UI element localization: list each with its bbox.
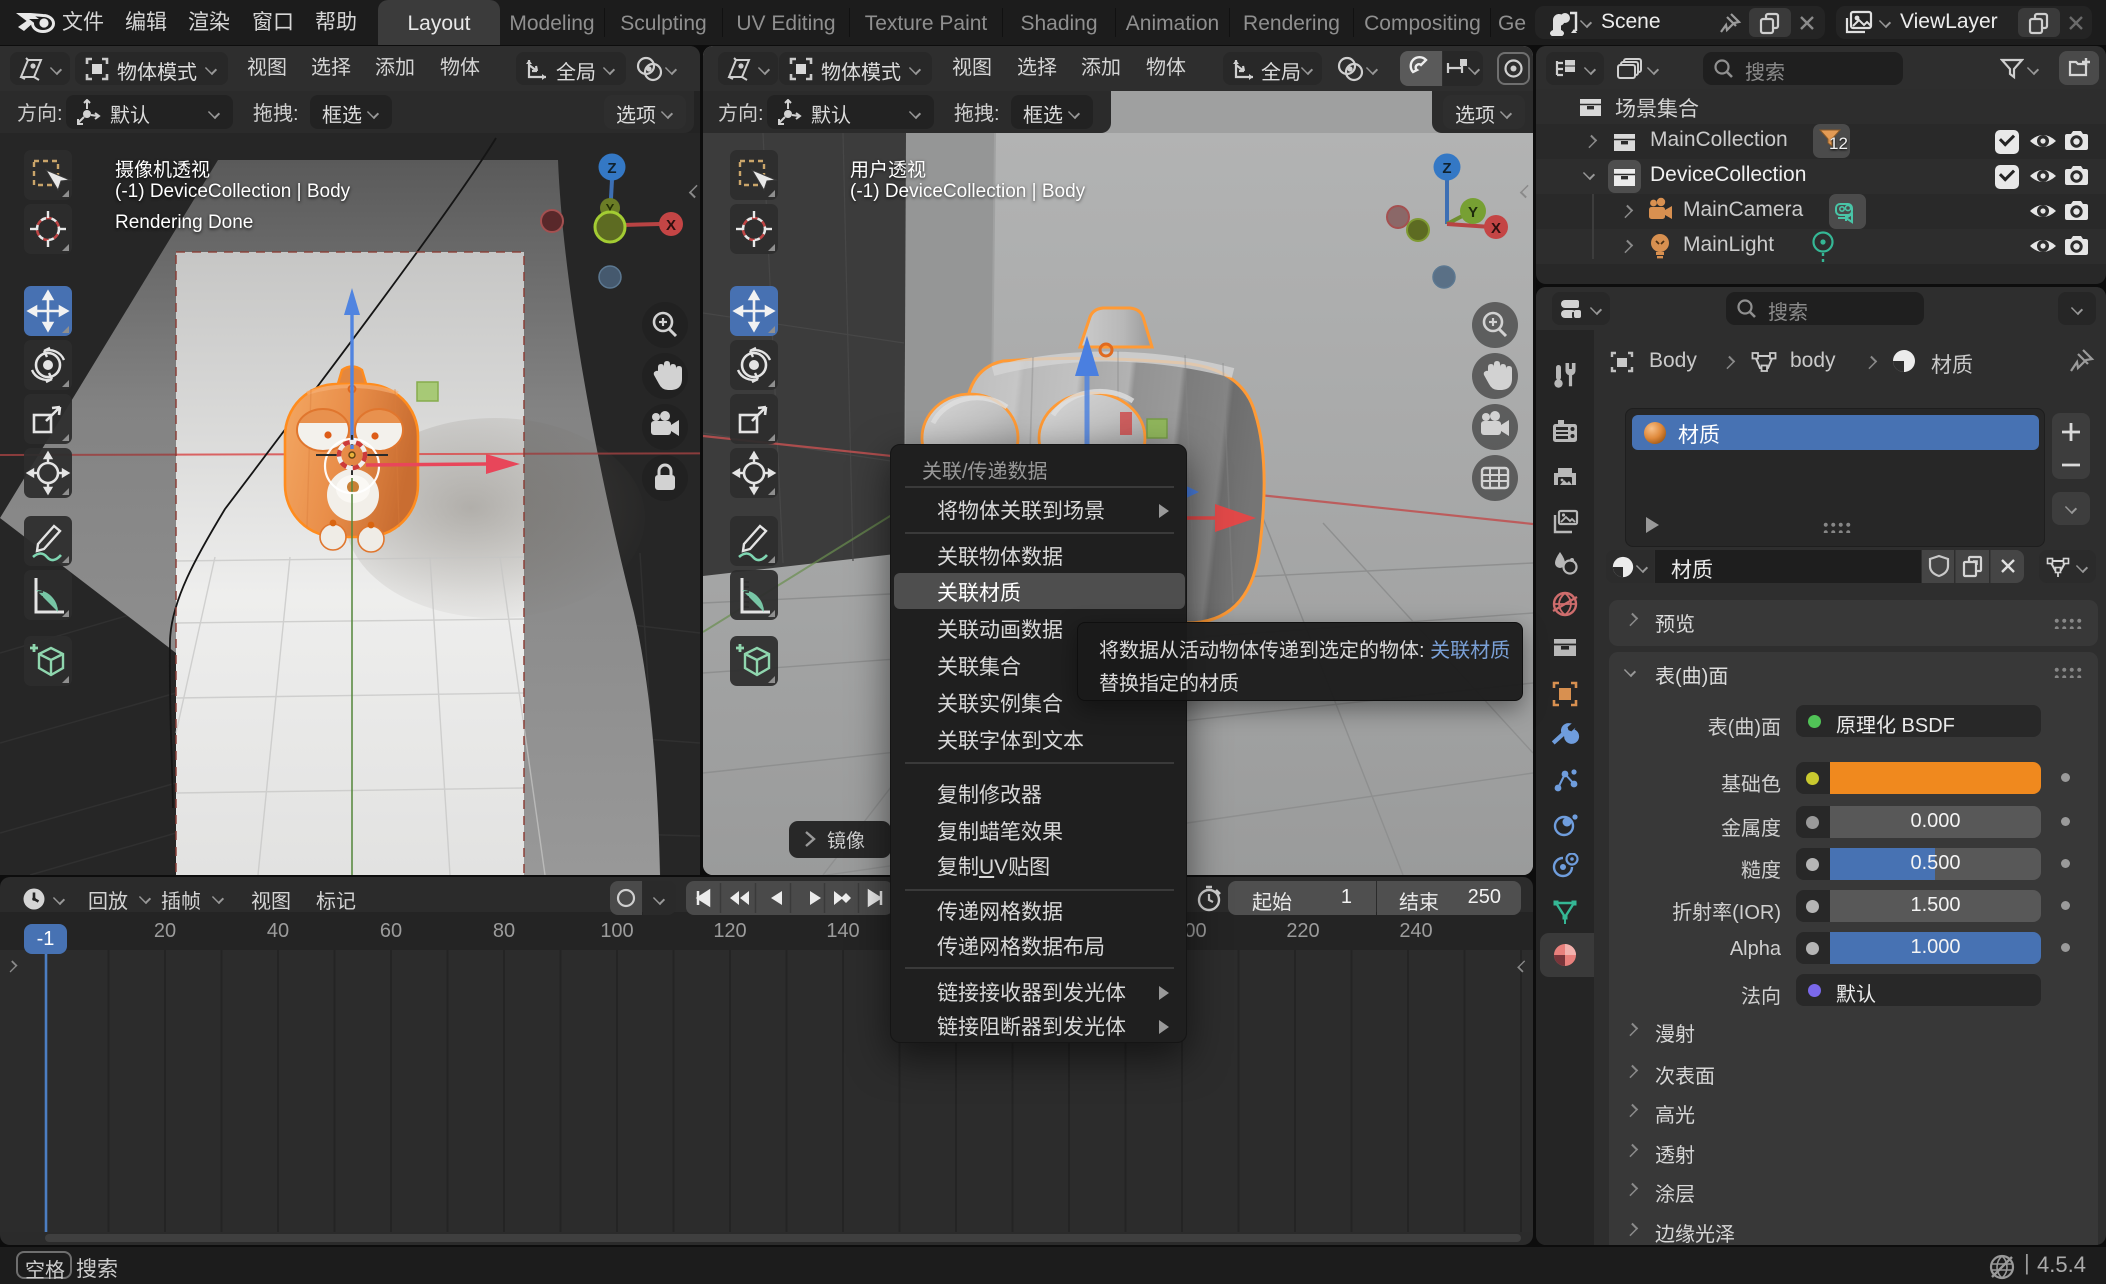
svg-text:镜像: 镜像 xyxy=(827,830,865,852)
svg-text:Y: Y xyxy=(1468,204,1478,221)
svg-text:Z: Z xyxy=(1442,160,1451,177)
svg-text:Z: Z xyxy=(607,160,616,177)
svg-text:X: X xyxy=(1491,220,1501,237)
svg-text:X: X xyxy=(666,217,676,234)
